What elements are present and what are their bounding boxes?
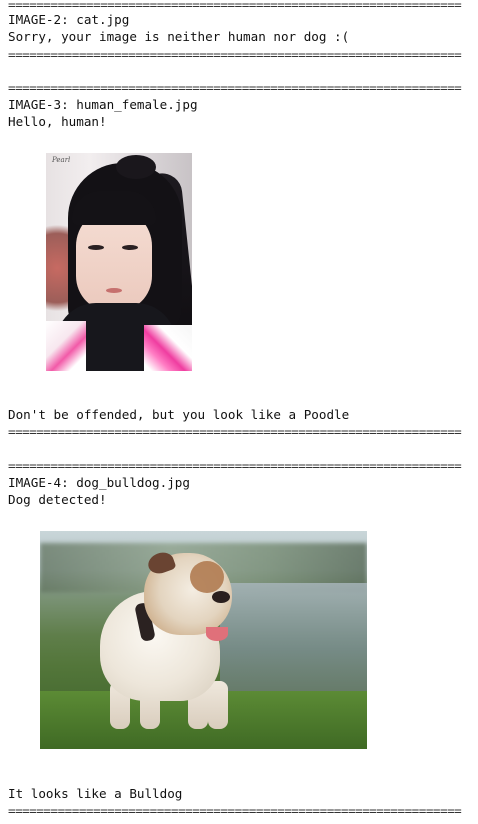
separator-line: ========================================…	[8, 458, 462, 473]
image-4-message: Dog detected!	[8, 492, 107, 507]
image-2-message: Sorry, your image is neither human nor d…	[8, 29, 350, 44]
image-3-header: IMAGE-3: human_female.jpg	[8, 97, 198, 112]
separator-line: ========================================…	[8, 47, 462, 62]
image-4-result: It looks like a Bulldog	[8, 786, 183, 801]
separator-line: ========================================…	[8, 803, 462, 818]
image-3-message: Hello, human!	[8, 114, 107, 129]
image-3-result: Don't be offended, but you look like a P…	[8, 407, 350, 422]
separator-line: ========================================…	[8, 80, 462, 95]
image-2-header: IMAGE-2: cat.jpg	[8, 12, 130, 27]
photo-signature: Pearl	[52, 156, 71, 164]
bulldog-photo	[40, 531, 367, 749]
image-4-header: IMAGE-4: dog_bulldog.jpg	[8, 475, 190, 490]
human-photo: Pearl	[46, 153, 192, 371]
separator-line: ========================================…	[8, 424, 462, 439]
